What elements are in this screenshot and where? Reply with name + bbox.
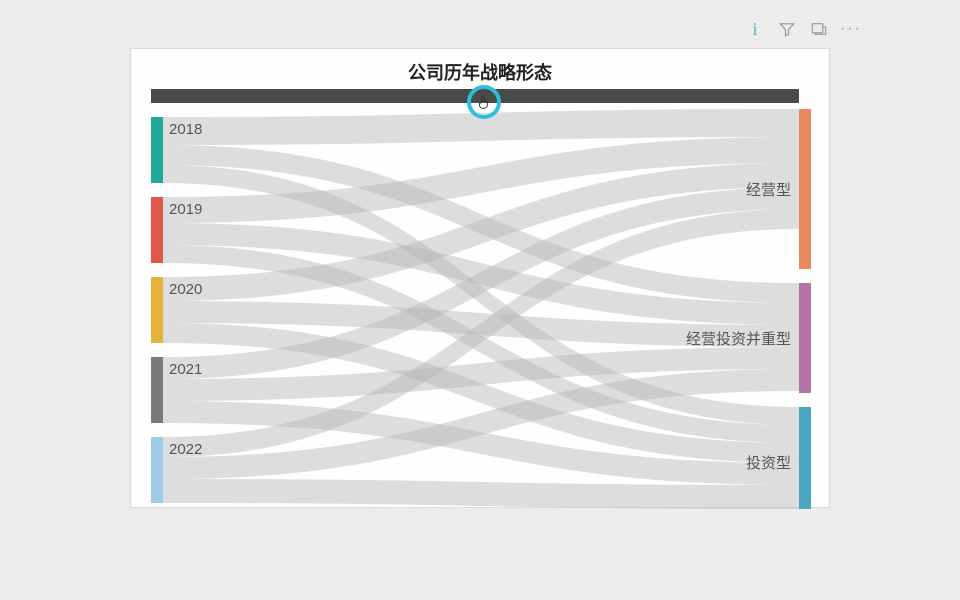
- source-node-label: 2019: [169, 201, 202, 218]
- target-node-label: 投资型: [746, 452, 791, 473]
- source-node-label: 2022: [169, 441, 202, 458]
- target-node-label: 经营型: [746, 179, 791, 200]
- info-icon[interactable]: i: [746, 20, 764, 38]
- chart-toolbar: i ···: [746, 20, 860, 38]
- source-node-label: 2021: [169, 361, 202, 378]
- target-node-label: 经营投资并重型: [686, 328, 791, 349]
- source-node-label: 2020: [169, 281, 202, 298]
- sankey-chart-card: 公司历年战略形态 20182019202020212022经营型经营投资并重型投…: [130, 48, 830, 508]
- focus-mode-icon[interactable]: [810, 20, 828, 38]
- sankey-chart[interactable]: [131, 49, 831, 509]
- filter-icon[interactable]: [778, 20, 796, 38]
- more-options-icon[interactable]: ···: [842, 20, 860, 38]
- source-node-label: 2018: [169, 121, 202, 138]
